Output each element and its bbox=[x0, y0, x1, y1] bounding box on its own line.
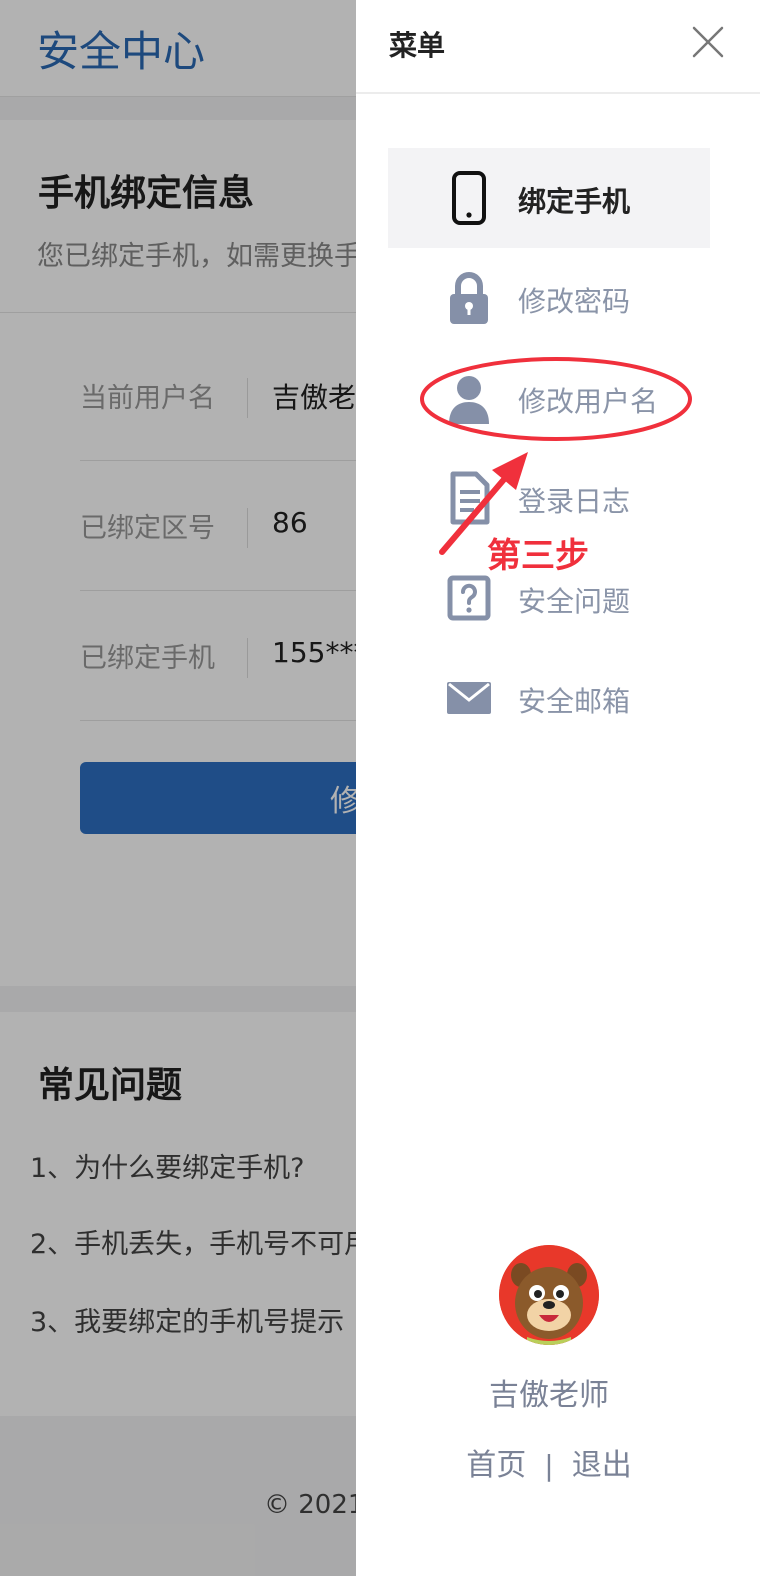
step-annotation-label: 第三步 bbox=[487, 536, 589, 576]
menu-item-change-username[interactable]: 修改用户名 bbox=[388, 348, 710, 448]
menu-item-label: 登录日志 bbox=[518, 485, 631, 518]
user-name: 吉傲老师 bbox=[489, 1378, 609, 1413]
menu-item-label: 绑定手机 bbox=[518, 185, 631, 218]
mail-icon bbox=[447, 682, 491, 714]
user-icon bbox=[449, 376, 489, 424]
logout-link[interactable]: 退出 bbox=[572, 1440, 632, 1484]
menu-item-label: 安全问题 bbox=[518, 585, 631, 618]
menu-item-label: 修改用户名 bbox=[518, 385, 659, 418]
menu-item-label: 修改密码 bbox=[518, 285, 631, 318]
avatar[interactable] bbox=[499, 1245, 599, 1345]
menu-item-security-email[interactable]: 安全邮箱 bbox=[388, 648, 710, 748]
lock-icon bbox=[450, 272, 488, 324]
close-icon[interactable] bbox=[690, 24, 726, 60]
drawer-header: 菜单 bbox=[356, 0, 760, 94]
menu-item-change-password[interactable]: 修改密码 bbox=[388, 248, 710, 348]
link-separator: | bbox=[544, 1449, 554, 1482]
document-icon bbox=[450, 471, 490, 525]
question-icon bbox=[447, 575, 491, 621]
drawer-links: 首页 | 退出 bbox=[356, 1440, 742, 1484]
avatar-cartoon-icon bbox=[499, 1245, 599, 1345]
home-link[interactable]: 首页 bbox=[466, 1440, 526, 1484]
side-menu-drawer: 菜单 绑定手机 修改密码 修改用户名 登录日志 安全问题 安全邮箱 吉傲老师 首… bbox=[356, 0, 760, 1576]
menu-item-bind-phone[interactable]: 绑定手机 bbox=[388, 148, 710, 248]
phone-icon bbox=[452, 171, 486, 225]
drawer-title: 菜单 bbox=[389, 29, 446, 62]
menu-item-label: 安全邮箱 bbox=[518, 685, 631, 718]
